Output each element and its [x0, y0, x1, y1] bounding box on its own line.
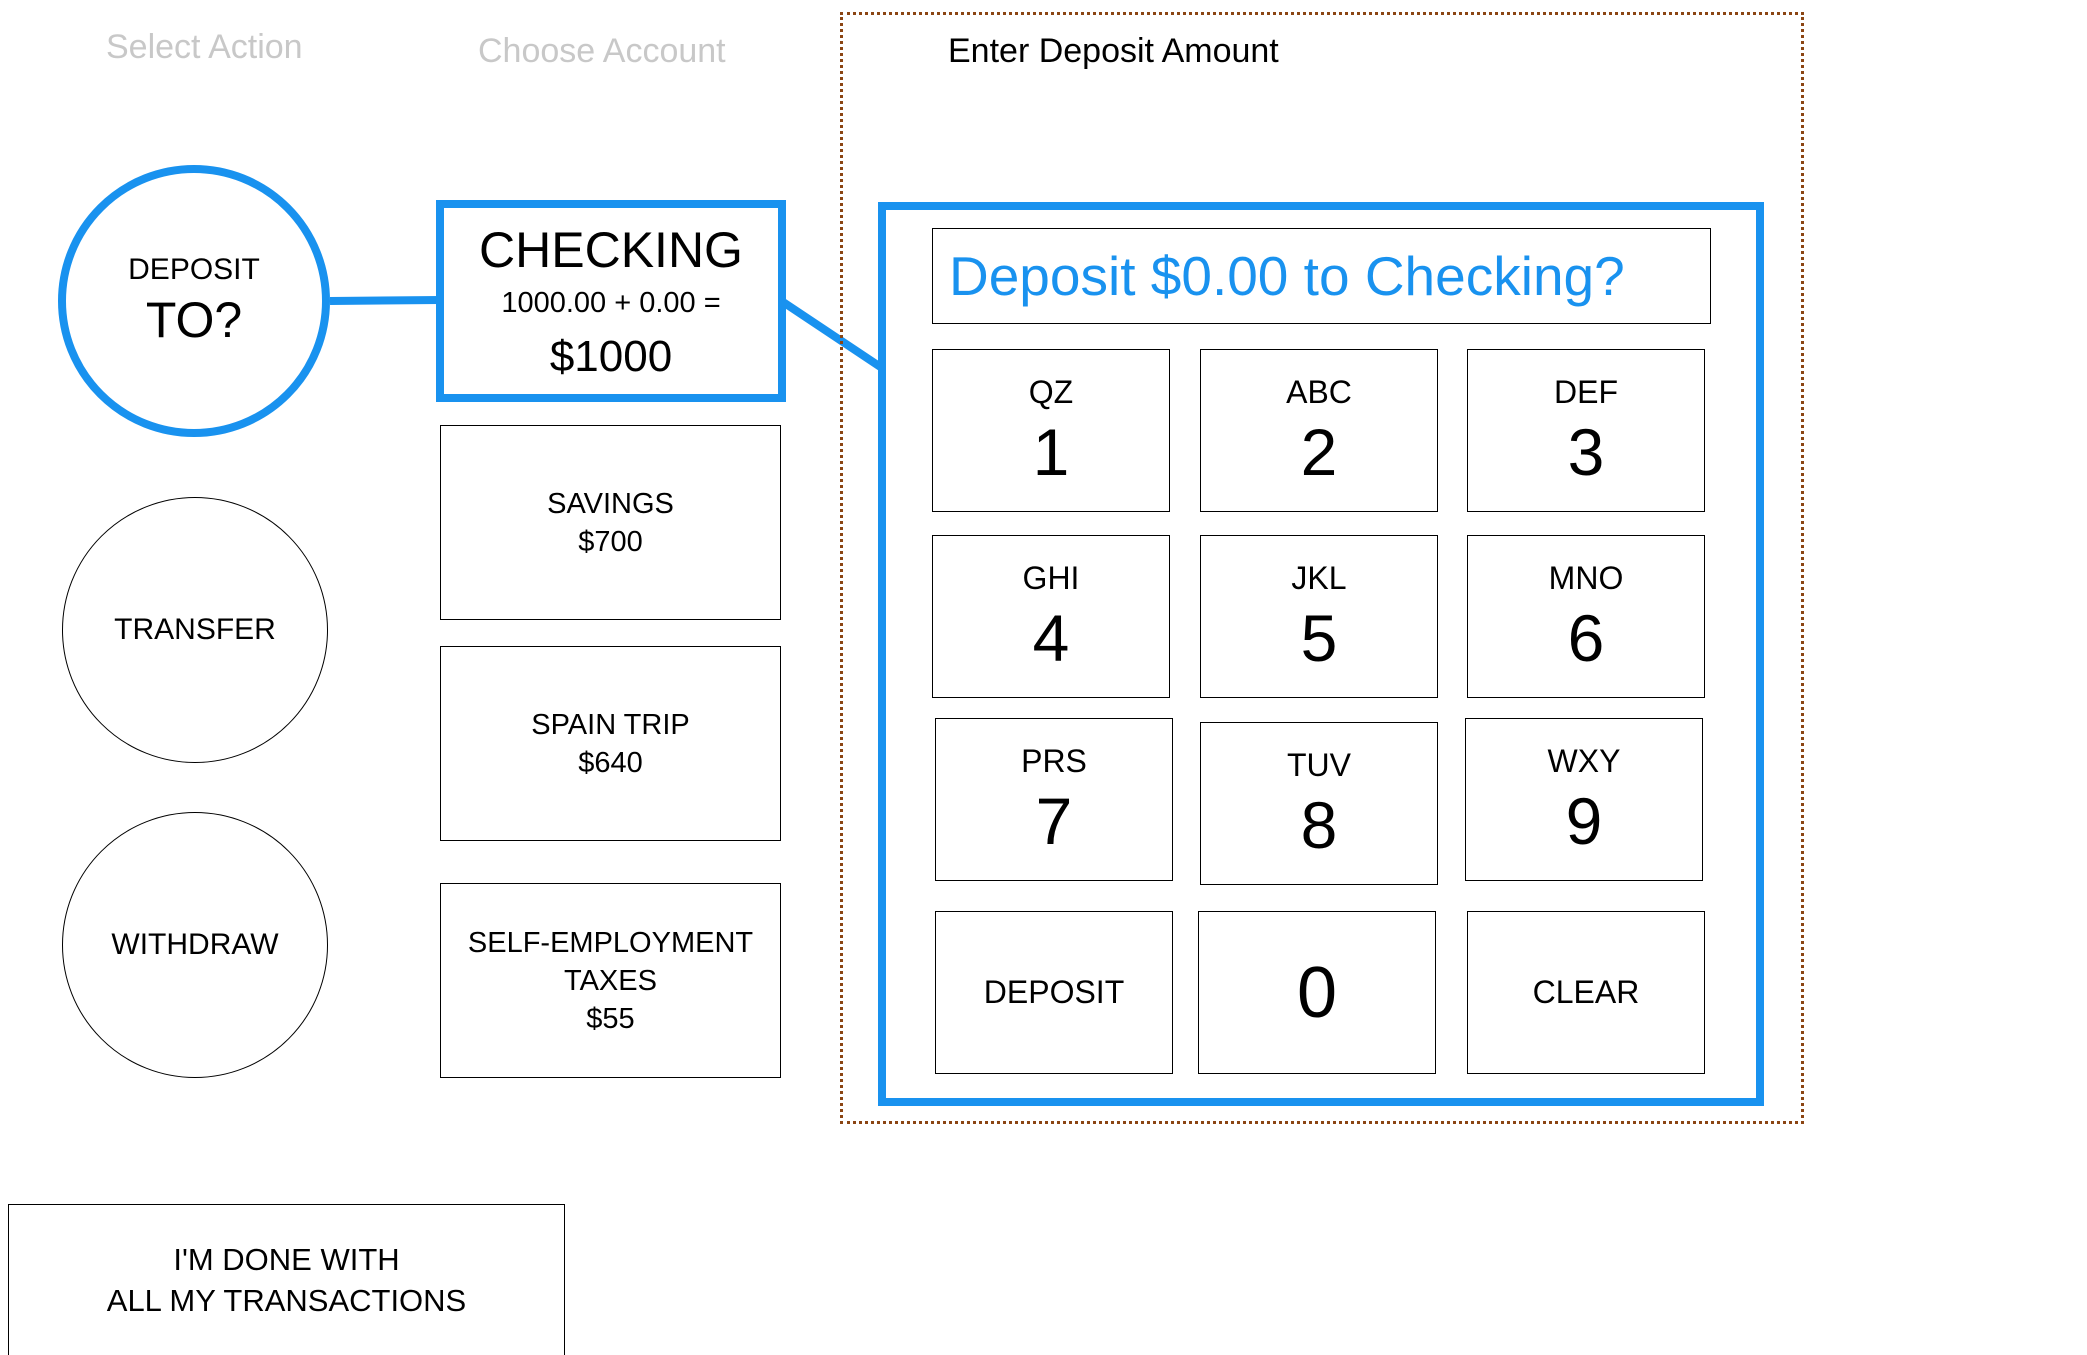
deposit-submit-label: DEPOSIT: [983, 974, 1125, 1010]
transfer-action-label: TRANSFER: [114, 613, 276, 646]
withdraw-action-button[interactable]: WITHDRAW: [62, 812, 328, 1078]
done-button-line1: I'M DONE WITH: [173, 1242, 400, 1277]
checking-balance-total: $1000: [549, 331, 673, 381]
key-4-digit: 4: [1032, 601, 1070, 675]
checking-account-card[interactable]: CHECKING 1000.00 + 0.00 = $1000: [436, 200, 786, 402]
key-6-digit: 6: [1567, 601, 1605, 675]
savings-account-name: SAVINGS: [547, 487, 674, 520]
spain-trip-account-name: SPAIN TRIP: [531, 708, 690, 741]
done-with-transactions-button[interactable]: I'M DONE WITH ALL MY TRANSACTIONS: [8, 1204, 565, 1355]
keypad-key-2[interactable]: ABC 2: [1200, 349, 1438, 512]
taxes-account-name-line2: TAXES: [564, 964, 657, 997]
key-5-letters: JKL: [1291, 560, 1347, 596]
keypad-key-1[interactable]: QZ 1: [932, 349, 1170, 512]
checking-account-name: CHECKING: [479, 221, 743, 278]
savings-account-balance: $700: [578, 525, 643, 558]
keypad-key-8[interactable]: TUV 8: [1200, 722, 1438, 885]
deposit-action-label: DEPOSIT: [128, 253, 260, 286]
withdraw-action-label: WITHDRAW: [111, 928, 279, 961]
keypad-key-5[interactable]: JKL 5: [1200, 535, 1438, 698]
key-6-letters: MNO: [1548, 560, 1624, 596]
key-8-letters: TUV: [1287, 747, 1351, 783]
step-label-choose-account: Choose Account: [478, 32, 726, 70]
key-0-digit: 0: [1296, 952, 1338, 1033]
step-label-enter-amount: Enter Deposit Amount: [948, 32, 1279, 70]
key-3-digit: 3: [1567, 415, 1605, 489]
key-5-digit: 5: [1300, 601, 1338, 675]
clear-label: CLEAR: [1532, 974, 1640, 1010]
keypad-key-3[interactable]: DEF 3: [1467, 349, 1705, 512]
step-label-select-action: Select Action: [106, 28, 303, 66]
key-9-digit: 9: [1565, 784, 1603, 858]
done-button-line2: ALL MY TRANSACTIONS: [106, 1283, 467, 1318]
spain-trip-account-card[interactable]: SPAIN TRIP $640: [440, 646, 781, 841]
key-3-letters: DEF: [1554, 374, 1618, 410]
deposit-submit-button[interactable]: DEPOSIT: [935, 911, 1173, 1074]
key-1-digit: 1: [1032, 415, 1070, 489]
deposit-action-button[interactable]: DEPOSIT TO?: [58, 165, 330, 437]
key-1-letters: QZ: [1028, 374, 1074, 410]
key-4-letters: GHI: [1022, 560, 1080, 596]
clear-button[interactable]: CLEAR: [1467, 911, 1705, 1074]
self-employment-taxes-account-card[interactable]: SELF-EMPLOYMENT TAXES $55: [440, 883, 781, 1078]
keypad-key-7[interactable]: PRS 7: [935, 718, 1173, 881]
deposit-confirmation-text: Deposit $0.00 to Checking?: [949, 245, 1625, 307]
deposit-confirmation-display: Deposit $0.00 to Checking?: [932, 228, 1711, 324]
keypad-key-4[interactable]: GHI 4: [932, 535, 1170, 698]
keypad-key-6[interactable]: MNO 6: [1467, 535, 1705, 698]
spain-trip-account-balance: $640: [578, 746, 643, 779]
checking-balance-calculation: 1000.00 + 0.00 =: [501, 286, 721, 319]
key-7-digit: 7: [1035, 784, 1073, 858]
taxes-account-balance: $55: [586, 1002, 635, 1035]
key-2-letters: ABC: [1286, 374, 1352, 410]
keypad-key-0[interactable]: 0: [1198, 911, 1436, 1074]
key-9-letters: WXY: [1547, 743, 1621, 779]
savings-account-card[interactable]: SAVINGS $700: [440, 425, 781, 620]
key-8-digit: 8: [1300, 788, 1338, 862]
action-to-account-connector: [329, 296, 441, 305]
key-2-digit: 2: [1300, 415, 1338, 489]
deposit-action-question: TO?: [145, 292, 243, 348]
key-7-letters: PRS: [1021, 743, 1087, 779]
transfer-action-button[interactable]: TRANSFER: [62, 497, 328, 763]
taxes-account-name-line1: SELF-EMPLOYMENT: [467, 926, 754, 959]
keypad-key-9[interactable]: WXY 9: [1465, 718, 1703, 881]
